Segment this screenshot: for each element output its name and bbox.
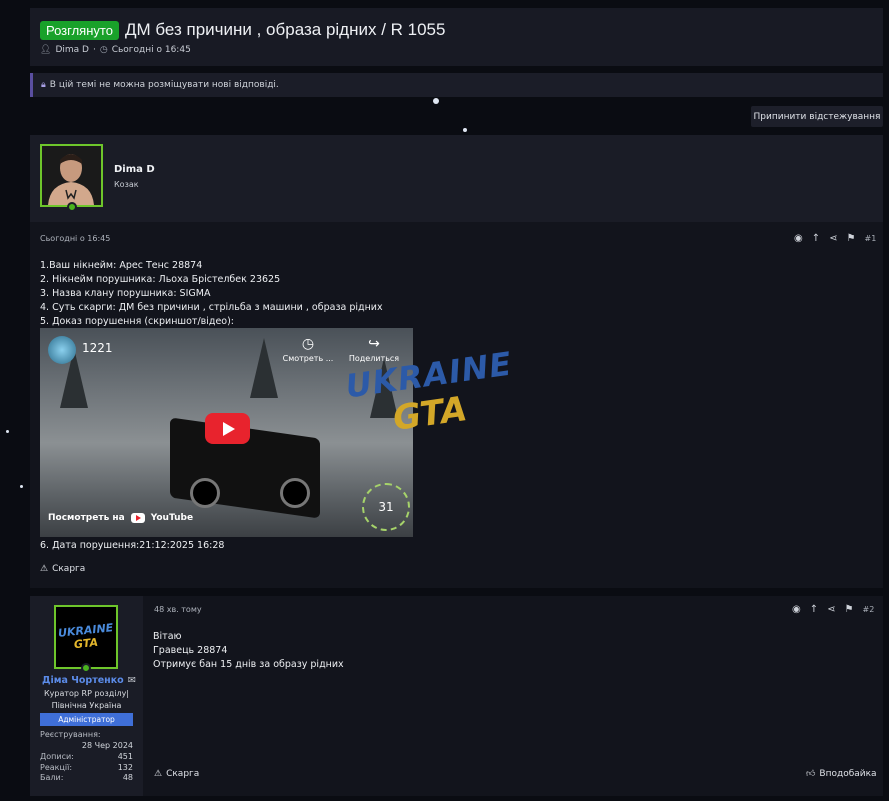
snowflake — [433, 98, 439, 104]
ukraine-gta-watermark-logo: UKRAINE GTA — [343, 345, 555, 446]
message-line: Гравець 28874 — [153, 645, 228, 656]
snowflake — [463, 128, 467, 132]
play-button[interactable] — [205, 413, 250, 444]
snowflake — [20, 485, 23, 488]
watch-later-label: Смотреть ... — [282, 354, 334, 363]
report-label: Скарга — [52, 564, 86, 574]
snowflake — [6, 430, 9, 433]
post-1-user-header: Dima D Козак — [30, 135, 883, 222]
message-line: Вітаю — [153, 631, 182, 642]
post-date[interactable]: 48 хв. тому — [154, 605, 202, 614]
envelope-icon[interactable]: ✉ — [128, 675, 136, 686]
online-status-indicator — [81, 663, 91, 673]
stat-row-reactions: Реакції: 132 — [40, 763, 133, 772]
post-author-title: Козак — [114, 180, 139, 189]
report-label: Скарга — [166, 769, 200, 779]
message-line: 5. Доказ порушення (скриншот/відео): — [40, 316, 235, 327]
avatar[interactable] — [40, 144, 103, 207]
message-line: Отримує бан 15 днів за образу рідних — [153, 659, 344, 670]
watch-on-label: Посмотреть на — [48, 513, 125, 523]
post-actions: ◉ ↑ ⋖ ⚑ #1 — [794, 233, 876, 244]
warning-icon: ⚠ — [40, 564, 49, 574]
stat-value: 28 Чер 2024 — [81, 741, 133, 750]
stat-label: Реакції: — [40, 763, 73, 772]
meta-separator: · — [92, 45, 96, 55]
stat-row-points: Бали: 48 — [40, 773, 133, 782]
reaction-icon[interactable]: ◉ — [794, 233, 803, 244]
warning-icon: ⚠ — [154, 769, 163, 779]
stat-label: Бали: — [40, 773, 64, 782]
message-line: 1.Ваш нікнейм: Арес Тенс 28874 — [40, 260, 203, 271]
arrow-up-icon[interactable]: ↑ — [810, 604, 818, 615]
post-author-name[interactable]: Діма Чортенко ✉ — [42, 675, 136, 686]
bookmark-icon[interactable]: ⚑ — [845, 604, 854, 615]
thread-author-link[interactable]: Dima D — [55, 45, 89, 55]
post-2-user-sidebar: UKRAINE GTA Діма Чортенко ✉ Куратор RP р… — [30, 596, 143, 796]
thread-date[interactable]: Сьогодні о 16:45 — [112, 45, 191, 55]
video-car-wheel — [280, 478, 310, 508]
clock-icon: ◷ — [99, 45, 108, 55]
post-author-title: Куратор RP розділу| Північна Україна — [43, 689, 130, 710]
online-status-indicator — [67, 202, 77, 212]
unwatch-button[interactable]: Припинити відстежування — [751, 106, 883, 127]
post-actions: ◉ ↑ ⋖ ⚑ #2 — [792, 604, 874, 615]
speedometer: 31 — [362, 483, 410, 531]
clock-icon: ◷ — [301, 336, 315, 352]
avatar-logo-line-2: GTA — [73, 635, 99, 652]
stat-row-posts: Дописи: 451 — [40, 752, 133, 761]
watch-later-button[interactable]: ◷ Смотреть ... — [278, 336, 338, 363]
share-icon: ↪ — [368, 336, 380, 352]
stat-row-registered-date: 28 Чер 2024 — [40, 741, 133, 750]
post-number[interactable]: #1 — [864, 234, 876, 243]
bookmark-icon[interactable]: ⚑ — [847, 233, 856, 244]
thread-header: Розглянуто ДМ без причини , образа рідни… — [30, 8, 883, 66]
arrow-up-icon[interactable]: ↑ — [812, 233, 820, 244]
post-author-name-text: Діма Чортенко — [42, 675, 124, 686]
status-prefix-badge[interactable]: Розглянуто — [40, 20, 119, 40]
post-author-name[interactable]: Dima D — [114, 164, 155, 175]
stat-value: 48 — [122, 773, 133, 782]
post-date[interactable]: Сьогодні о 16:45 — [40, 234, 110, 243]
avatar-image — [42, 146, 101, 205]
report-link[interactable]: ⚠ Скарга — [154, 769, 199, 779]
channel-avatar[interactable] — [48, 336, 76, 364]
avatar[interactable]: UKRAINE GTA — [54, 605, 118, 669]
post-number[interactable]: #2 — [862, 605, 874, 614]
message-line: 6. Дата порушення:21:12:2025 16:28 — [40, 540, 225, 551]
reaction-icon[interactable]: ◉ — [792, 604, 801, 615]
youtube-icon — [130, 513, 145, 523]
video-car-wheel — [190, 478, 220, 508]
stat-value: 132 — [117, 763, 133, 772]
admin-badge: Адміністратор — [40, 713, 133, 726]
message-line: 4. Суть скарги: ДМ без причини , стрільб… — [40, 302, 383, 313]
post-2: UKRAINE GTA Діма Чортенко ✉ Куратор RP р… — [30, 596, 883, 796]
stat-label: Реєстрування: — [40, 730, 101, 739]
like-label: Вподобайка — [819, 769, 877, 779]
user-icon: 👤︎ — [40, 45, 52, 55]
locked-notice-text: В цій темі не можна розміщувати нові від… — [49, 80, 279, 90]
youtube-label: YouTube — [150, 513, 194, 523]
thread-title-row: Розглянуто ДМ без причини , образа рідни… — [40, 20, 445, 40]
share-icon[interactable]: ⋖ — [827, 604, 835, 615]
stat-value: 451 — [117, 752, 133, 761]
stat-row-registered: Реєстрування: — [40, 730, 133, 739]
like-button[interactable]: 👍︎ Вподобайка — [806, 769, 877, 779]
message-line: 2. Нікнейм порушника: Льоха Брістелбек 2… — [40, 274, 281, 285]
stat-label: Дописи: — [40, 752, 74, 761]
tree-shape — [250, 338, 278, 398]
video-view-count: 1221 — [82, 341, 113, 355]
thumb-icon: 👍︎ — [806, 769, 816, 779]
share-icon[interactable]: ⋖ — [829, 233, 837, 244]
report-link[interactable]: ⚠ Скарга — [40, 564, 85, 574]
lock-icon: 🔒︎ — [41, 80, 46, 90]
message-line: 3. Назва клану порушника: SIGMA — [40, 288, 211, 299]
page-title: ДМ без причини , образа рідних / R 1055 — [124, 20, 446, 39]
watch-on-youtube-link[interactable]: Посмотреть на YouTube — [48, 513, 193, 523]
thread-meta: 👤︎ Dima D · ◷ Сьогодні о 16:45 — [40, 45, 191, 55]
locked-notice: 🔒︎ В цій темі не можна розміщувати нові … — [30, 73, 883, 97]
